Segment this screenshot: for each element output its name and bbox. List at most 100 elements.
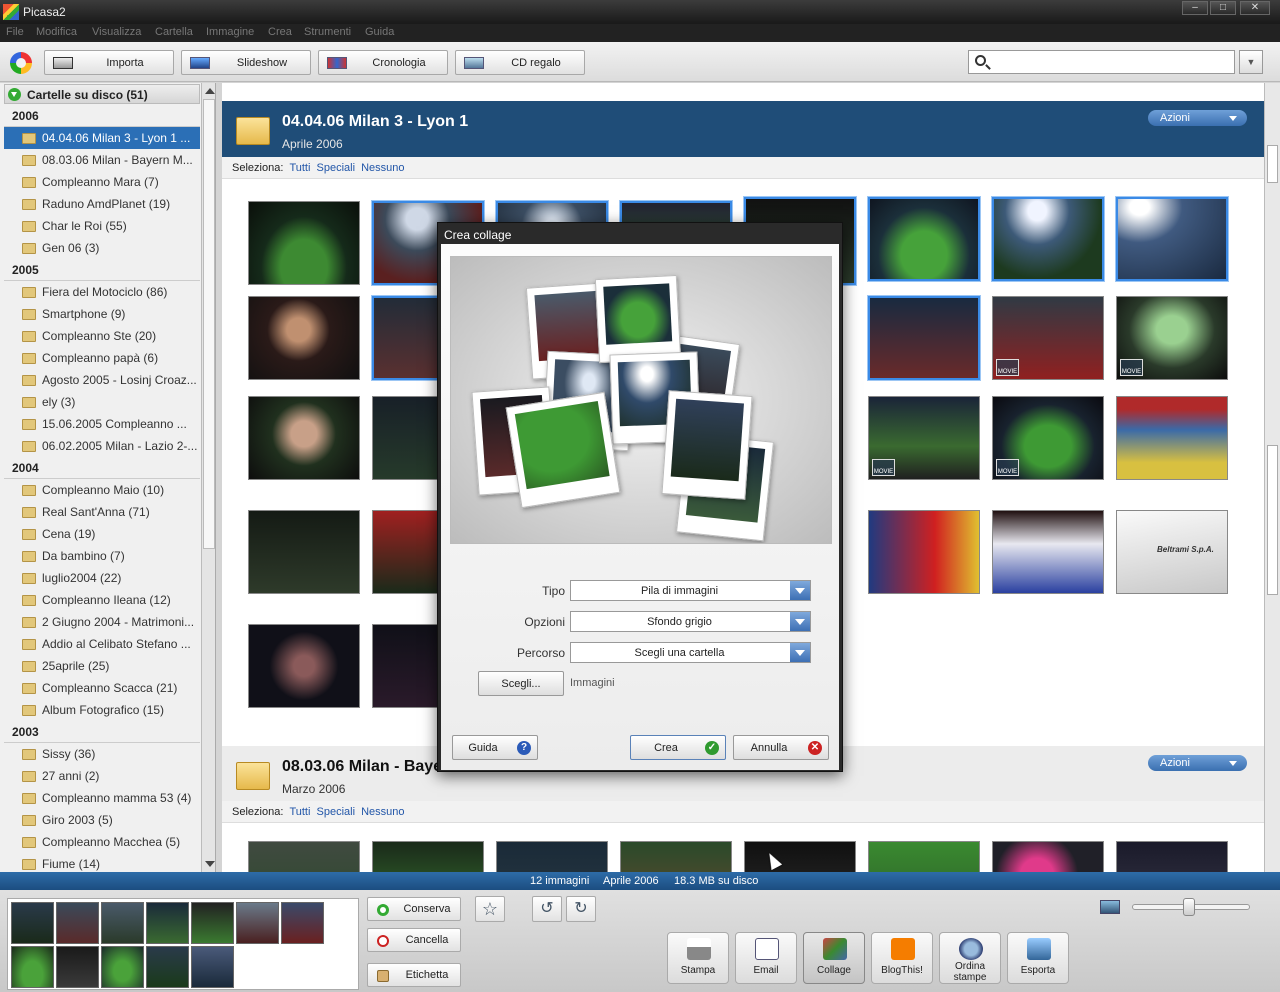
scroll-down-icon[interactable]	[205, 861, 215, 867]
folder-item[interactable]: 15.06.2005 Compleanno ...	[4, 413, 200, 435]
photo-thumbnail[interactable]	[1115, 196, 1229, 282]
timeline-button[interactable]: Cronologia	[318, 50, 448, 75]
select-special-link[interactable]: Speciali	[317, 162, 356, 174]
path-dropdown[interactable]: Scegli una cartella	[570, 642, 811, 663]
folder-item[interactable]: Compleanno Ileana (12)	[4, 589, 200, 611]
menu-guida[interactable]: Guida	[365, 26, 394, 38]
photo-thumbnail[interactable]: MOVIE	[992, 396, 1104, 480]
folder-item[interactable]: Fiume (14)	[4, 853, 200, 872]
import-button[interactable]: Importa	[44, 50, 174, 75]
tray-thumbnail[interactable]	[11, 946, 54, 988]
slideshow-button[interactable]: Slideshow	[181, 50, 311, 75]
keep-button[interactable]: Conserva	[367, 897, 461, 921]
folder-item[interactable]: Compleanno mamma 53 (4)	[4, 787, 200, 809]
select-none-link[interactable]: Nessuno	[361, 806, 404, 818]
menu-crea[interactable]: Crea	[268, 26, 292, 38]
menu-strumenti[interactable]: Strumenti	[304, 26, 351, 38]
photo-thumbnail[interactable]	[867, 196, 981, 282]
print-button[interactable]: Stampa	[667, 932, 729, 984]
folder-item[interactable]: luglio2004 (22)	[4, 567, 200, 589]
label-button[interactable]: Etichetta	[367, 963, 461, 987]
gift-cd-button[interactable]: CD regalo	[455, 50, 585, 75]
folder-item[interactable]: Compleanno Ste (20)	[4, 325, 200, 347]
close-button[interactable]: ✕	[1240, 1, 1270, 15]
folders-header[interactable]: Cartelle su disco (51)	[4, 84, 200, 104]
folder-item[interactable]: Compleanno Mara (7)	[4, 171, 200, 193]
photo-thumbnail[interactable]	[248, 296, 360, 380]
tray-thumbnail[interactable]	[236, 902, 279, 944]
rotate-right-button[interactable]: ↻	[566, 896, 596, 922]
search-input[interactable]	[968, 50, 1235, 74]
order-prints-button[interactable]: Ordina stampe	[939, 932, 1001, 984]
maximize-button[interactable]: □	[1210, 1, 1236, 15]
select-all-link[interactable]: Tutti	[289, 162, 310, 174]
menu-immagine[interactable]: Immagine	[206, 26, 254, 38]
folder-item[interactable]: 06.02.2005 Milan - Lazio 2-...	[4, 435, 200, 457]
photo-thumbnail[interactable]	[248, 624, 360, 708]
photo-thumbnail[interactable]	[248, 510, 360, 594]
photo-thumbnail[interactable]	[372, 841, 484, 872]
create-button[interactable]: Crea ✓	[630, 735, 726, 760]
photo-thumbnail[interactable]	[991, 196, 1105, 282]
folder-item[interactable]: Compleanno Scacca (21)	[4, 677, 200, 699]
rotate-left-button[interactable]: ↺	[532, 896, 562, 922]
photo-thumbnail[interactable]: MOVIE	[992, 296, 1104, 380]
folder-item[interactable]: Raduno AmdPlanet (19)	[4, 193, 200, 215]
folder-item[interactable]: Compleanno papà (6)	[4, 347, 200, 369]
menu-modifica[interactable]: Modifica	[36, 26, 77, 38]
album-actions-button[interactable]: Azioni	[1148, 110, 1247, 126]
options-dropdown[interactable]: Sfondo grigio	[570, 611, 811, 632]
select-special-link[interactable]: Speciali	[317, 806, 356, 818]
sidebar-scrollbar[interactable]	[201, 83, 215, 872]
thumbnail-size-slider[interactable]	[1132, 898, 1250, 916]
folder-item[interactable]: 2 Giugno 2004 - Matrimoni...	[4, 611, 200, 633]
photo-thumbnail[interactable]	[867, 295, 981, 381]
photo-thumbnail[interactable]	[992, 510, 1104, 594]
folder-item[interactable]: ely (3)	[4, 391, 200, 413]
type-dropdown[interactable]: Pila di immagini	[570, 580, 811, 601]
photo-thumbnail[interactable]	[1116, 396, 1228, 480]
chevron-down-icon[interactable]	[790, 612, 810, 631]
photo-thumbnail[interactable]	[868, 841, 980, 872]
search-options-button[interactable]: ▼	[1239, 50, 1263, 74]
library-scroll-thumb[interactable]	[1267, 145, 1278, 183]
chevron-down-icon[interactable]	[790, 643, 810, 662]
photo-thumbnail[interactable]	[620, 841, 732, 872]
tray-thumbnail[interactable]	[101, 902, 144, 944]
sidebar-scroll-thumb[interactable]	[203, 99, 215, 549]
help-button[interactable]: Guida ?	[452, 735, 538, 760]
photo-thumbnail[interactable]	[248, 396, 360, 480]
tray-thumbnail[interactable]	[101, 946, 144, 988]
folder-item[interactable]: Compleanno Macchea (5)	[4, 831, 200, 853]
library-scrollbar[interactable]	[1264, 83, 1280, 872]
folder-item[interactable]: Gen 06 (3)	[4, 237, 200, 259]
folder-item[interactable]: Addio al Celibato Stefano ...	[4, 633, 200, 655]
tray-thumbnail[interactable]	[191, 946, 234, 988]
menu-visualizza[interactable]: Visualizza	[92, 26, 141, 38]
photo-thumbnail[interactable]: Beltrami S.p.A.	[1116, 510, 1228, 594]
collage-button[interactable]: Collage	[803, 932, 865, 984]
menu-file[interactable]: File	[6, 26, 24, 38]
folder-item[interactable]: 04.04.06 Milan 3 - Lyon 1 ...	[4, 127, 200, 149]
folder-item[interactable]: Album Fotografico (15)	[4, 699, 200, 721]
photo-thumbnail[interactable]	[496, 841, 608, 872]
folder-item[interactable]: Compleanno Maio (10)	[4, 479, 200, 501]
photo-thumbnail[interactable]	[868, 510, 980, 594]
photo-thumbnail[interactable]	[248, 201, 360, 285]
photo-thumbnail[interactable]	[992, 841, 1104, 872]
slider-knob[interactable]	[1183, 898, 1195, 916]
folder-item[interactable]: Giro 2003 (5)	[4, 809, 200, 831]
tray-thumbnail[interactable]	[56, 946, 99, 988]
folder-item[interactable]: Cena (19)	[4, 523, 200, 545]
tray-thumbnail[interactable]	[56, 902, 99, 944]
photo-thumbnail[interactable]: MOVIE	[1116, 296, 1228, 380]
blogthis-button[interactable]: BlogThis!	[871, 932, 933, 984]
choose-button[interactable]: Scegli...	[478, 671, 564, 696]
scroll-up-icon[interactable]	[205, 88, 215, 94]
menu-cartella[interactable]: Cartella	[155, 26, 193, 38]
tray-thumbnail[interactable]	[281, 902, 324, 944]
select-all-link[interactable]: Tutti	[289, 806, 310, 818]
folder-item[interactable]: Char le Roi (55)	[4, 215, 200, 237]
folder-item[interactable]: Da bambino (7)	[4, 545, 200, 567]
clear-button[interactable]: Cancella	[367, 928, 461, 952]
